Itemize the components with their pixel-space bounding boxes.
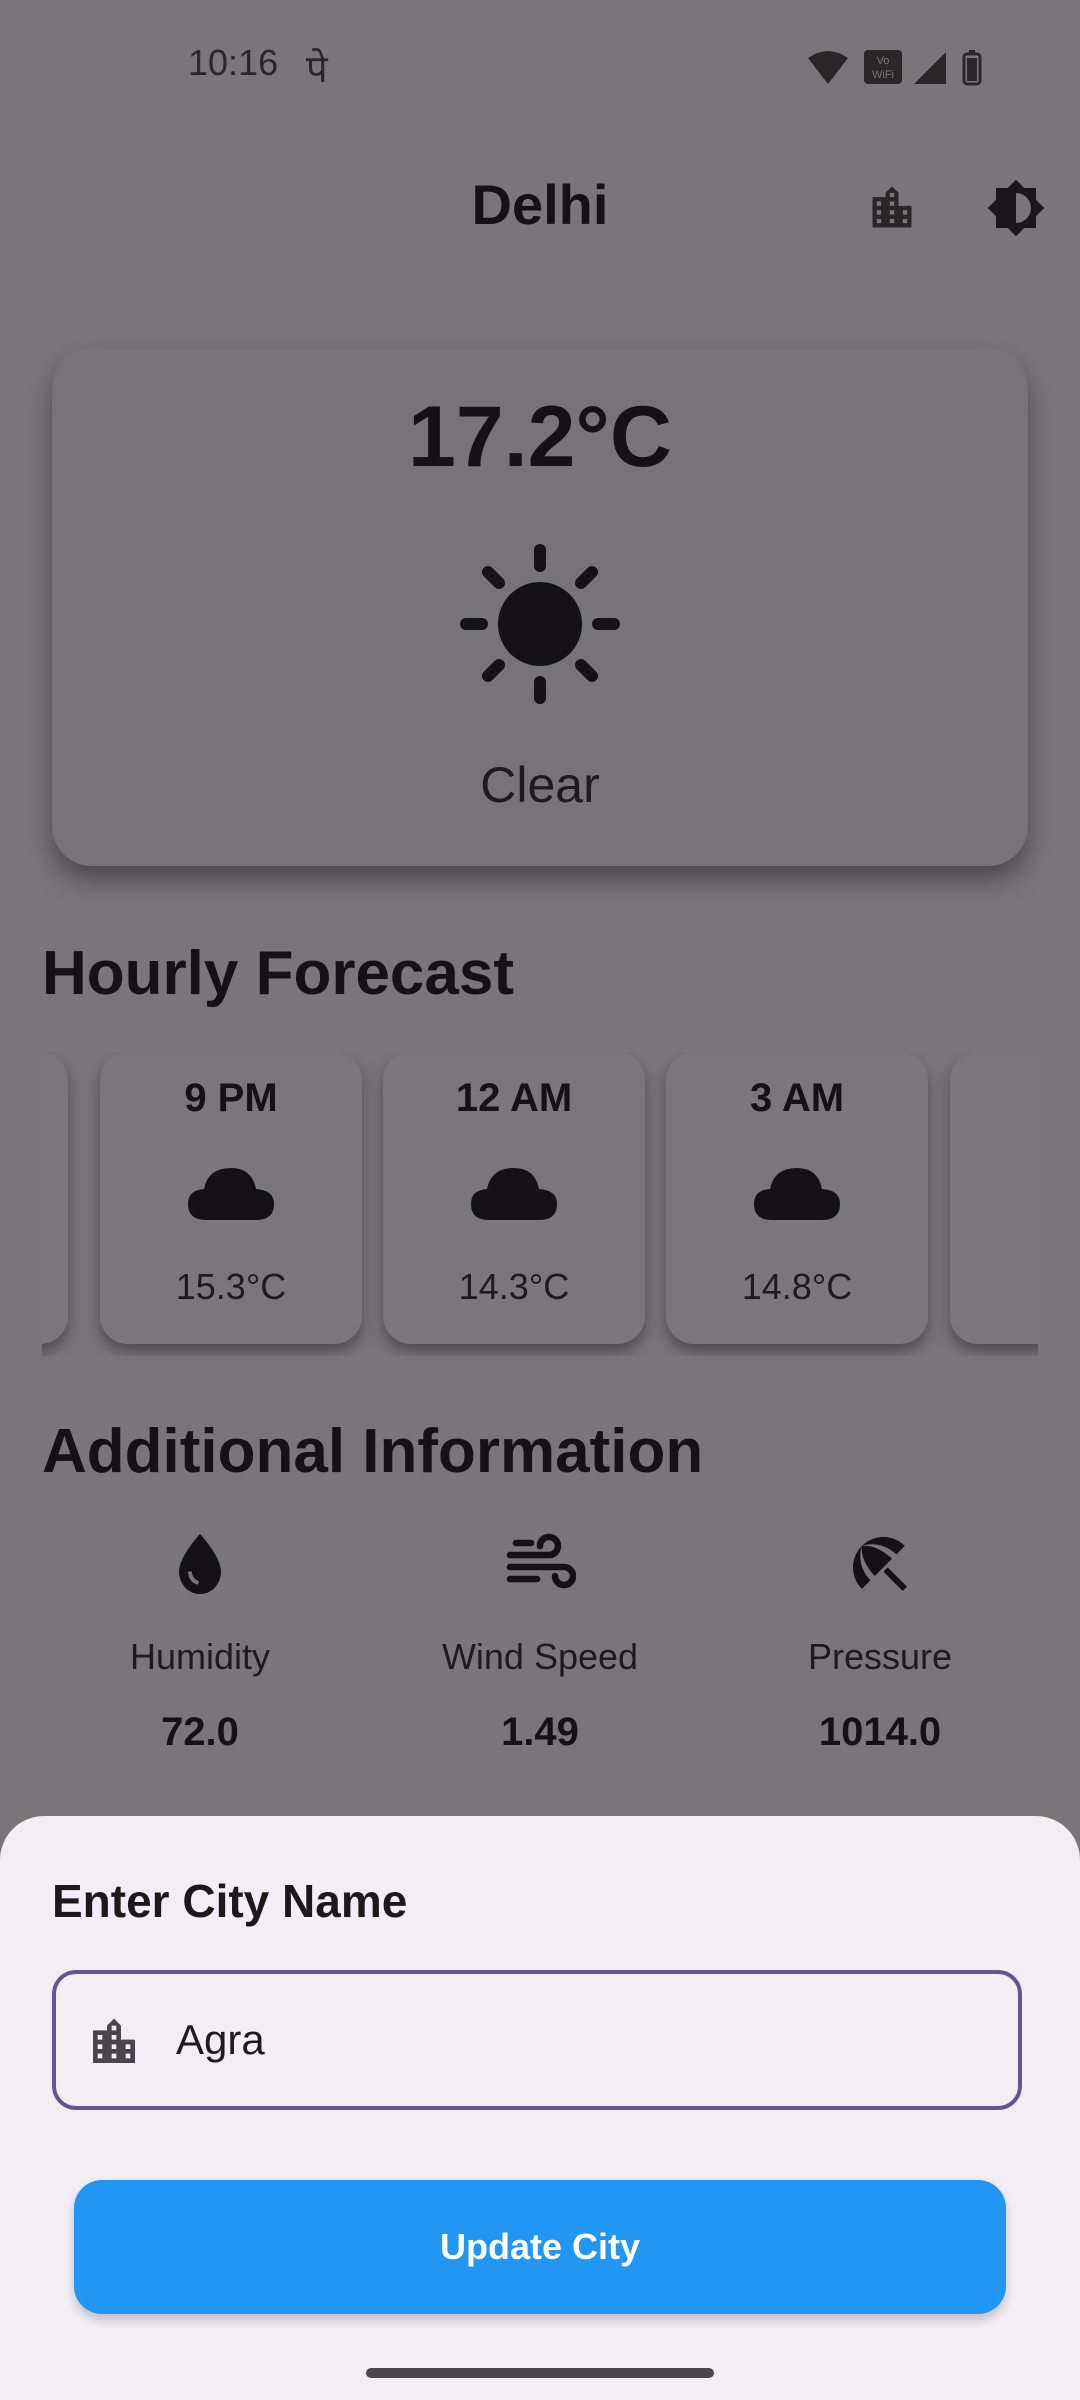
weather-condition: Clear <box>480 757 600 813</box>
additional-info-heading: Additional Information <box>42 1417 704 1486</box>
beach-umbrella-icon <box>853 1537 907 1591</box>
info-value: 1.49 <box>501 1710 579 1754</box>
hourly-card-partial <box>42 1052 68 1344</box>
hourly-card: 12 AM 14.3°C <box>383 1052 645 1344</box>
hourly-card: 3 AM 14.8°C <box>666 1052 928 1344</box>
brightness-icon <box>987 179 1045 237</box>
change-city-button[interactable] <box>852 168 932 248</box>
hourly-temp: 15.3°C <box>175 1266 287 1307</box>
info-label: Pressure <box>807 1636 953 1677</box>
wind-icon <box>506 1533 576 1589</box>
update-city-button[interactable]: Update City <box>74 2180 1006 2314</box>
status-icons: Vo WiFi <box>808 50 982 86</box>
battery-icon <box>962 50 982 86</box>
status-notification-glyph: पे <box>306 47 328 91</box>
svg-text:WiFi: WiFi <box>872 69 894 81</box>
cloud-icon <box>188 1168 274 1220</box>
info-pressure: Pressure 1014.0 <box>710 1528 1050 1768</box>
hourly-forecast-list[interactable]: 9 PM 15.3°C 12 AM 14.3°C 3 AM 14.8°C <box>42 1052 1038 1356</box>
svg-text:Vo: Vo <box>877 55 890 67</box>
city-icon <box>93 2018 135 2063</box>
signal-icon <box>914 52 946 84</box>
hourly-temp: 14.3°C <box>458 1266 570 1307</box>
cloud-icon <box>754 1168 840 1220</box>
hourly-time: 3 AM <box>749 1076 845 1120</box>
info-label: Humidity <box>129 1636 271 1677</box>
water-drop-icon <box>179 1534 221 1594</box>
info-value: 1014.0 <box>818 1710 942 1754</box>
city-icon <box>872 186 912 228</box>
sheet-title: Enter City Name <box>52 1875 408 1927</box>
wifi-icon <box>808 51 848 84</box>
sun-icon <box>460 544 620 704</box>
hourly-temp: 14.8°C <box>741 1266 853 1307</box>
info-humidity: Humidity 72.0 <box>30 1528 370 1768</box>
status-time: 10:16 <box>188 42 279 83</box>
hourly-time: 9 PM <box>184 1076 278 1120</box>
hourly-time: 12 AM <box>455 1076 573 1120</box>
city-name-input[interactable] <box>176 2000 996 2080</box>
info-value: 72.0 <box>161 1710 239 1754</box>
theme-toggle-button[interactable] <box>976 168 1056 248</box>
home-indicator[interactable] <box>366 2368 714 2378</box>
hourly-forecast-heading: Hourly Forecast <box>42 939 515 1008</box>
info-label: Wind Speed <box>441 1636 639 1677</box>
hourly-card-partial <box>950 1052 1038 1344</box>
current-temperature: 17.2°C <box>408 389 672 485</box>
cloud-icon <box>471 1168 557 1220</box>
hourly-card: 9 PM 15.3°C <box>100 1052 362 1344</box>
info-wind-speed: Wind Speed 1.49 <box>370 1528 710 1768</box>
vowifi-icon: Vo WiFi <box>864 50 902 84</box>
